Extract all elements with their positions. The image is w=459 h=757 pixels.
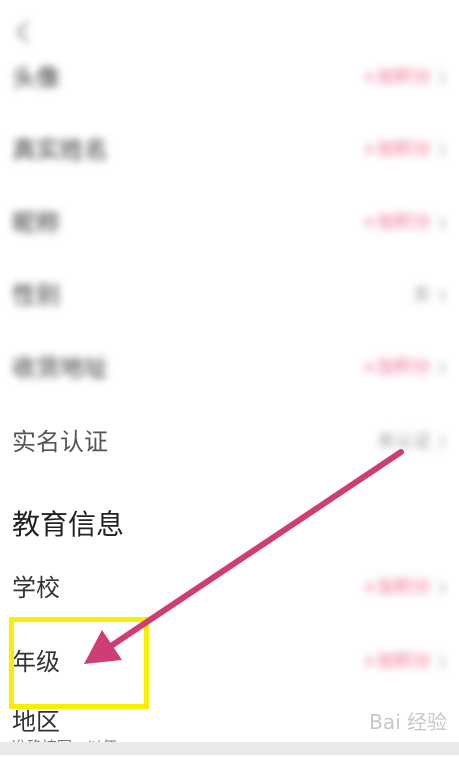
profile-row-gender[interactable]: 性别 女: [0, 265, 459, 325]
chevron-right-icon: [438, 216, 447, 230]
row-value: +加积分: [361, 651, 431, 672]
back-arrow-icon[interactable]: [10, 18, 38, 46]
highlight-box-annotation: [9, 617, 149, 709]
row-label: 学校: [12, 574, 60, 602]
row-label: 昵称: [12, 209, 60, 237]
section-title-education: 教育信息: [12, 508, 125, 541]
baidu-watermark-logo: Bai 经验: [369, 710, 447, 734]
profile-row-address[interactable]: 收货地址 +加积分: [0, 338, 459, 398]
chevron-right-icon: [438, 361, 447, 375]
row-label: 收货地址: [12, 354, 108, 382]
row-value: +加积分: [361, 357, 431, 378]
bottom-bar: [0, 742, 459, 755]
chevron-right-icon: [438, 655, 447, 669]
profile-row-school[interactable]: 学校 +加积分: [0, 558, 459, 618]
profile-row-realname-verify[interactable]: 实名认证 未认证: [0, 412, 459, 472]
row-label: 头像: [12, 64, 60, 92]
row-value: +加积分: [361, 139, 431, 160]
row-value: 未认证: [377, 431, 431, 452]
row-value: 女: [413, 284, 431, 305]
row-label: 实名认证: [12, 428, 108, 456]
row-value: +加积分: [361, 212, 431, 233]
profile-row-real-name[interactable]: 真实姓名 +加积分: [0, 120, 459, 180]
chevron-right-icon: [438, 581, 447, 595]
row-value: +加积分: [361, 577, 431, 598]
profile-row-avatar[interactable]: 头像 +加积分: [0, 48, 459, 108]
chevron-right-icon: [438, 71, 447, 85]
row-label: 真实姓名: [12, 136, 108, 164]
profile-row-nickname[interactable]: 昵称 +加积分: [0, 193, 459, 253]
row-label: 性别: [12, 281, 60, 309]
chevron-right-icon: [438, 143, 447, 157]
chevron-right-icon: [438, 288, 447, 302]
chevron-right-icon: [438, 435, 447, 449]
row-value: +加积分: [361, 67, 431, 88]
